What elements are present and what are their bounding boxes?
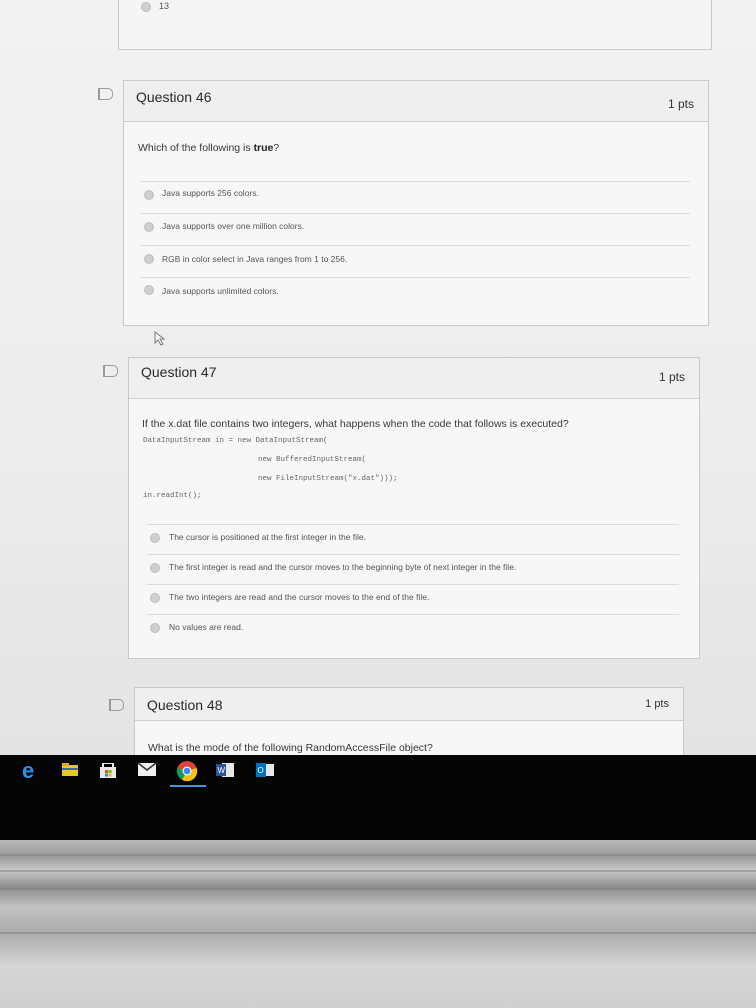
option-13-label: 13 [159, 1, 170, 11]
radio-button[interactable] [144, 190, 154, 200]
store-icon[interactable] [100, 762, 116, 781]
question-46-header: Question 46 1 pts [124, 81, 708, 122]
word-icon[interactable]: W [216, 763, 234, 780]
radio-button[interactable] [150, 593, 160, 603]
code-line: new FileInputStream("x.dat"))); [258, 475, 398, 483]
svg-text:W: W [218, 766, 226, 775]
code-line: in.readInt(); [143, 492, 202, 500]
question-46-card: Question 46 1 pts Which of the following… [123, 80, 709, 326]
answer-label: The first integer is read and the cursor… [169, 562, 517, 572]
answer-label: The two integers are read and the cursor… [169, 592, 430, 602]
radio-13[interactable] [141, 2, 151, 12]
chrome-active-indicator [170, 785, 206, 787]
svg-text:O: O [258, 766, 264, 775]
answer-option[interactable]: The two integers are read and the cursor… [147, 584, 679, 615]
question-46-title: Question 46 [136, 89, 212, 105]
code-line: new BufferedInputStream( [258, 456, 367, 464]
question-48-header: Question 48 1 pts [135, 688, 683, 721]
question-47-title: Question 47 [141, 364, 217, 380]
question-48-card: Question 48 1 pts What is the mode of th… [134, 687, 684, 755]
radio-button[interactable] [150, 563, 160, 573]
answer-option[interactable]: Java supports over one million colors. [140, 213, 690, 246]
browser-viewport: 13 Question 46 1 pts Which of the follow… [0, 0, 756, 755]
radio-button[interactable] [150, 533, 160, 543]
answer-option[interactable]: Java supports 256 colors. [140, 181, 690, 214]
answer-label: Java supports over one million colors. [162, 221, 305, 231]
bezel-edge [0, 854, 756, 856]
flag-question-47-icon[interactable] [103, 365, 118, 377]
radio-button[interactable] [144, 285, 154, 295]
question-47-points: 1 pts [658, 370, 685, 384]
code-line: DataInputStream in = new DataInputStream… [143, 437, 328, 445]
question-47-prompt: If the x.dat file contains two integers,… [142, 418, 569, 430]
question-46-points: 1 pts [667, 97, 694, 111]
answer-option[interactable]: The cursor is positioned at the first in… [147, 524, 679, 555]
answer-label: Java supports unlimited colors. [162, 286, 279, 296]
answer-label: RGB in color select in Java ranges from … [162, 254, 348, 264]
answer-option[interactable]: No values are read. [147, 614, 679, 645]
mouse-cursor-icon [154, 331, 166, 346]
bezel-edge [0, 870, 756, 872]
question-48-title: Question 48 [147, 697, 223, 713]
laptop-bezel [0, 840, 756, 1008]
question-46-prompt: Which of the following is true? [138, 142, 280, 154]
mail-icon[interactable] [137, 762, 157, 779]
question-45-card: 13 [118, 0, 712, 50]
bezel-edge [0, 932, 756, 934]
bezel-edge [0, 888, 756, 890]
windows-taskbar: e W O [0, 755, 756, 840]
chrome-icon[interactable] [176, 760, 198, 785]
answer-option[interactable]: Java supports unlimited colors. [140, 277, 690, 310]
question-47-card: Question 47 1 pts If the x.dat file cont… [128, 357, 700, 659]
radio-button[interactable] [144, 254, 154, 264]
prompt-emphasis: true [253, 142, 274, 154]
answer-option[interactable]: The first integer is read and the cursor… [147, 554, 679, 585]
question-48-points: 1 pts [645, 698, 669, 710]
answer-option[interactable]: RGB in color select in Java ranges from … [140, 245, 690, 278]
answer-label: No values are read. [169, 622, 244, 632]
flag-question-46-icon[interactable] [98, 88, 113, 100]
edge-icon[interactable]: e [22, 758, 34, 784]
answer-label: The cursor is positioned at the first in… [169, 532, 367, 542]
question-48-prompt: What is the mode of the following Random… [148, 742, 433, 754]
answer-label: Java supports 256 colors. [162, 188, 259, 198]
file-explorer-icon[interactable] [62, 763, 78, 780]
radio-button[interactable] [150, 623, 160, 633]
outlook-icon[interactable]: O [256, 763, 274, 780]
radio-button[interactable] [144, 222, 154, 232]
question-47-header: Question 47 1 pts [129, 358, 699, 399]
flag-question-48-icon[interactable] [109, 699, 124, 711]
